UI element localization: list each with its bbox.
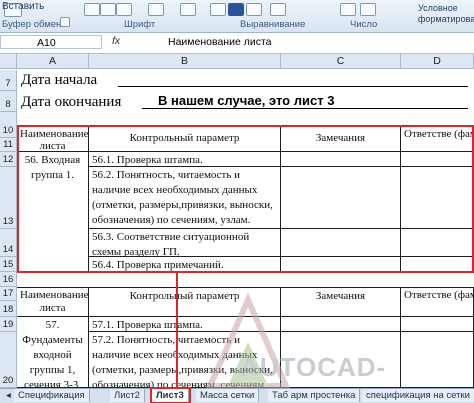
align-left-icon[interactable] [210,3,226,16]
table2-remark-cell[interactable] [281,332,401,388]
table1-remark-cell[interactable] [281,229,401,257]
group-alignment: Выравнивание [240,19,306,30]
end-date-label: Дата окончания [21,94,122,110]
row-header[interactable]: 15 [0,257,17,272]
number-format-icon[interactable] [340,3,356,16]
column-header-c[interactable]: C [281,54,401,69]
start-date-label: Дата начала [21,72,98,88]
row-header[interactable]: 18 [0,301,17,317]
table1-item-1[interactable]: 56.1. Проверка штампа. [89,152,281,167]
table2-header-remarks[interactable]: Замечания [281,287,401,317]
align-center-icon[interactable] [228,3,244,16]
table1-header-name[interactable]: Наименование листа [17,126,89,152]
row-header[interactable]: 13 [0,167,17,229]
table1-item-4[interactable]: 56.4. Проверка примечаний. [89,257,281,272]
table1-responsible-cell[interactable] [401,229,474,257]
tab-mesh-specification[interactable]: спецификация на сетки [362,389,474,402]
font-color-icon[interactable] [180,3,196,16]
row-header[interactable]: 14 [0,229,17,257]
name-box[interactable]: A10 [0,35,102,49]
table2-responsible-cell[interactable] [401,317,474,332]
row-header[interactable]: 20 [0,332,17,388]
table2-item-2[interactable]: 57.2. Понятность, читаемость и наличие в… [89,332,281,388]
row-header[interactable]: 19 [0,317,17,332]
percent-icon[interactable] [360,3,376,16]
table2-header-responsible[interactable]: Ответстве (фамил [401,287,474,317]
column-header-b[interactable]: B [89,54,281,69]
annotation-note: В нашем случае, это лист 3 [158,93,335,108]
borders-icon[interactable] [148,3,164,16]
table1-remark-cell[interactable] [281,257,401,272]
row-header[interactable]: 8 [0,91,17,112]
tab-scroll-icon[interactable]: ◂ [6,389,11,402]
table2-remark-cell[interactable] [281,317,401,332]
table2-header-name[interactable]: Наименование листа [17,287,89,317]
table1-responsible-cell[interactable] [401,167,474,229]
tab-sheet3[interactable]: Лист3 [150,387,191,403]
tab-wall-reinforcement[interactable]: Таб арм простенка [268,389,361,402]
table1-item-2[interactable]: 56.2. Понятность, читаемость и наличие в… [89,167,281,229]
pointer-line [176,272,178,388]
table1-responsible-cell[interactable] [401,257,474,272]
row-header[interactable]: 17 [0,287,17,301]
table1-sheet-name[interactable]: 56. Входная группа 1. [17,152,89,272]
merge-cells-icon[interactable] [270,3,286,16]
table1-remark-cell[interactable] [281,152,401,167]
column-header-a[interactable]: A [17,54,89,69]
table1-responsible-cell[interactable] [401,152,474,167]
tab-sheet2[interactable]: Лист2 [110,389,145,402]
underline-icon[interactable] [116,3,132,16]
table2-item-1[interactable]: 57.1. Проверка штампа. [89,317,281,332]
end-date-underline [142,108,468,109]
group-number: Число [350,19,378,30]
group-clipboard: Буфер обмена [2,19,67,30]
row-header[interactable]: 11 [0,138,17,152]
tab-mesh-mass[interactable]: Масса сетки [196,389,260,402]
formula-input[interactable]: Наименование листа [168,35,271,49]
table2-responsible-cell[interactable] [401,332,474,388]
ribbon: Вставить Буфер обмена Шрифт Выравнивание… [0,0,474,33]
start-date-underline [118,86,468,87]
row-header[interactable]: 10 [0,112,17,138]
select-all-corner[interactable] [0,54,17,69]
row-header[interactable]: 16 [0,272,17,287]
table1-remark-cell[interactable] [281,167,401,229]
italic-icon[interactable] [100,3,116,16]
table2-sheet-name[interactable]: 57. Фундаменты входной группы 1, сечения… [17,317,89,388]
bold-icon[interactable] [84,3,100,16]
conditional-formatting-button[interactable]: Условное форматирование [418,3,474,25]
row-header[interactable]: 12 [0,152,17,167]
table2-header-param[interactable]: Контрольный параметр [89,287,281,317]
tab-specification[interactable]: Спецификация [14,389,90,402]
sheet-tab-bar: ◂ Спецификация Лист2 Лист3 Масса сетки Т… [0,387,474,403]
align-right-icon[interactable] [246,3,262,16]
dialog-launcher-icon[interactable] [60,17,70,27]
row-header[interactable]: 7 [0,70,17,91]
table1-header-param[interactable]: Контрольный параметр [89,126,281,152]
table1-item-3[interactable]: 56.3. Соответствие ситуационной схемы ра… [89,229,281,257]
paste-button[interactable]: Вставить [2,1,44,12]
table1-header-remarks[interactable]: Замечания [281,126,401,152]
table1-header-responsible[interactable]: Ответстве (фамил [401,126,474,152]
column-header-d[interactable]: D [401,54,474,69]
fx-icon[interactable]: fx [112,35,120,47]
formula-bar: A10 fx Наименование листа [0,33,474,54]
group-font: Шрифт [124,19,156,30]
